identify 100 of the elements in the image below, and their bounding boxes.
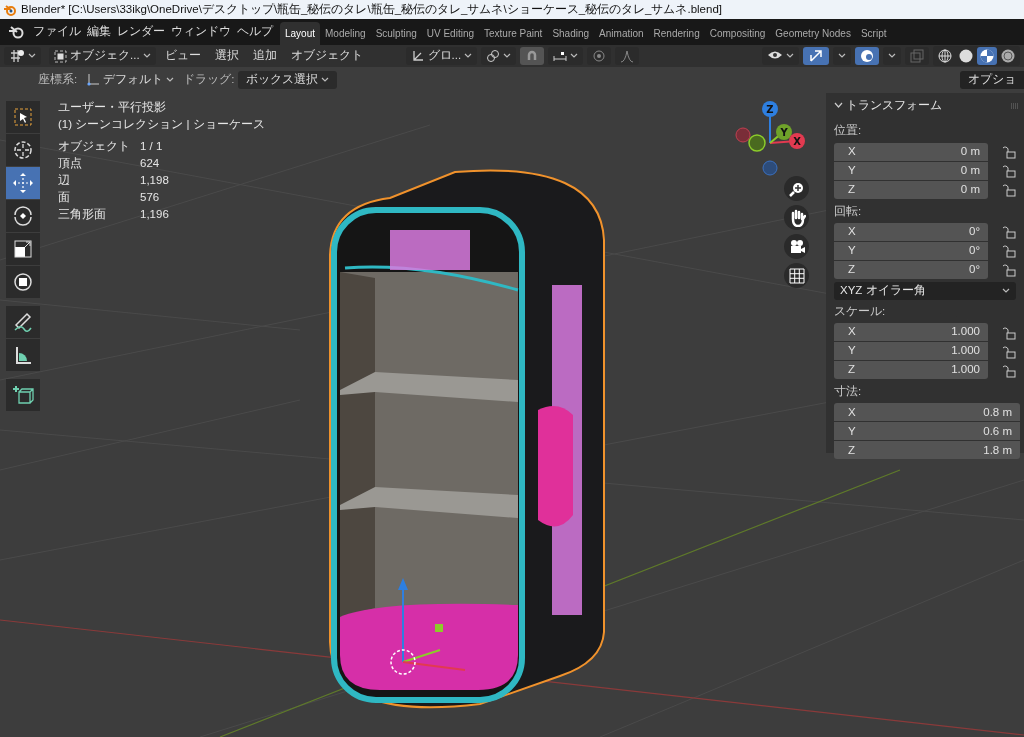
menu-item[interactable]: ヘルプ bbox=[234, 23, 276, 41]
snap-target-dropdown[interactable] bbox=[548, 47, 584, 65]
workspace-tab[interactable]: Animation bbox=[594, 22, 649, 45]
lock-icon[interactable] bbox=[1002, 183, 1016, 197]
orientation-label: 座標系: bbox=[38, 72, 78, 88]
lock-icon[interactable] bbox=[1002, 225, 1016, 240]
lock-icon[interactable] bbox=[1002, 325, 1016, 340]
lock-icon[interactable] bbox=[1002, 164, 1016, 178]
header-menu[interactable]: 選択 bbox=[209, 47, 244, 65]
grid-cursor-icon bbox=[9, 49, 25, 63]
number-field[interactable]: X 1.000 bbox=[834, 323, 988, 341]
camera-button[interactable] bbox=[784, 234, 809, 259]
axis-label: Y bbox=[848, 423, 856, 439]
squares-icon bbox=[910, 49, 924, 63]
workspace-tab[interactable]: Shading bbox=[547, 22, 595, 45]
number-field[interactable]: Z 1.000 bbox=[834, 361, 988, 379]
target-icon bbox=[592, 49, 607, 63]
orientation-dropdown[interactable]: デフォルト bbox=[81, 71, 180, 89]
falloff-dropdown[interactable] bbox=[615, 47, 640, 65]
tool-button[interactable] bbox=[6, 134, 40, 166]
number-field[interactable]: Y 0.6 m bbox=[834, 422, 1020, 441]
lock-icon[interactable] bbox=[1002, 145, 1016, 159]
tool-button[interactable] bbox=[6, 233, 40, 265]
overlay-toggle[interactable] bbox=[855, 47, 879, 65]
snap-increment-icon bbox=[553, 51, 568, 61]
menu-item[interactable]: レンダー bbox=[114, 23, 168, 41]
stat-label: オブジェクト bbox=[58, 139, 130, 154]
lock-icon[interactable] bbox=[1002, 363, 1016, 378]
add-cube-icon bbox=[12, 384, 34, 406]
tool-button[interactable] bbox=[6, 266, 40, 298]
axis-label: Z bbox=[848, 442, 856, 458]
snap-toggle[interactable] bbox=[520, 47, 545, 65]
header-menu[interactable]: ビュー bbox=[159, 47, 206, 65]
number-field[interactable]: X 0.8 m bbox=[834, 403, 1020, 422]
workspace-tab[interactable]: Compositing bbox=[704, 22, 771, 45]
drag-handle-icon[interactable] bbox=[1010, 102, 1020, 109]
material-sphere-icon bbox=[979, 48, 995, 64]
drag-dropdown[interactable]: ボックス選択 bbox=[238, 71, 338, 89]
field-value: 0° bbox=[969, 243, 980, 259]
gizmo-dropdown[interactable] bbox=[833, 47, 851, 65]
editor-type-dropdown[interactable] bbox=[4, 47, 41, 65]
caret-icon bbox=[786, 53, 794, 59]
tool-button[interactable] bbox=[6, 200, 40, 232]
menu-item[interactable]: 編集 bbox=[84, 23, 114, 41]
header-menu[interactable]: 追加 bbox=[247, 47, 282, 65]
hand-button[interactable] bbox=[784, 205, 809, 230]
workspace-tab[interactable]: UV Editing bbox=[421, 22, 479, 45]
blender-logo-icon bbox=[3, 2, 17, 17]
number-field[interactable]: X 0 m bbox=[834, 142, 988, 161]
lock-icon[interactable] bbox=[1002, 344, 1016, 359]
lock-icon[interactable] bbox=[1002, 263, 1016, 278]
menu-item[interactable]: ファイル bbox=[30, 23, 84, 41]
number-field[interactable]: Y 0° bbox=[834, 241, 988, 260]
tool-button[interactable] bbox=[6, 339, 40, 371]
proportional-edit-toggle[interactable] bbox=[587, 47, 612, 65]
blender-logo-icon[interactable] bbox=[8, 25, 24, 39]
grid-button[interactable] bbox=[784, 263, 809, 288]
field-value: 0° bbox=[969, 262, 980, 278]
workspace-tab[interactable]: Script bbox=[855, 22, 892, 45]
grid-icon bbox=[787, 266, 806, 285]
workspace-tab[interactable]: Geometry Nodes bbox=[770, 22, 856, 45]
axis-label: X bbox=[848, 143, 856, 159]
gizmo-toggle[interactable] bbox=[803, 47, 829, 65]
number-field[interactable]: X 0° bbox=[834, 222, 988, 241]
select-box-icon bbox=[54, 49, 67, 63]
axis-gizmo-drawing[interactable]: Z Y X bbox=[735, 101, 805, 176]
orientation-dropdown[interactable]: グロ... bbox=[405, 47, 478, 65]
panel-header[interactable]: トランスフォーム bbox=[834, 97, 943, 115]
workspace-tab[interactable]: Texture Paint bbox=[479, 22, 548, 45]
number-field[interactable]: Y 0 m bbox=[834, 161, 988, 180]
options-dropdown[interactable]: オプショ bbox=[960, 71, 1024, 89]
lock-icon[interactable] bbox=[1002, 244, 1016, 259]
zoom-button[interactable] bbox=[784, 176, 809, 201]
workspace-tab[interactable]: Modeling bbox=[320, 22, 371, 45]
number-field[interactable]: Y 1.000 bbox=[834, 342, 988, 360]
menu-item[interactable]: ウィンドウ bbox=[168, 23, 234, 41]
move-icon bbox=[12, 172, 34, 194]
pivot-dropdown[interactable] bbox=[481, 47, 517, 65]
stat-value: 624 bbox=[140, 156, 161, 171]
number-field[interactable]: Z 0° bbox=[834, 260, 988, 279]
shading-mode-button[interactable] bbox=[935, 47, 955, 65]
visibility-dropdown[interactable] bbox=[762, 47, 799, 65]
workspace-tab[interactable]: Sculpting bbox=[370, 22, 422, 45]
stat-value: 1 / 1 bbox=[140, 139, 164, 154]
header-menu[interactable]: オブジェクト bbox=[285, 47, 368, 65]
rotation-mode-dropdown[interactable]: XYZ オイラー角 bbox=[834, 281, 1016, 300]
shading-mode-button[interactable] bbox=[977, 47, 997, 65]
number-field[interactable]: Z 1.8 m bbox=[834, 441, 1020, 460]
mode-dropdown[interactable]: オブジェク... bbox=[49, 47, 156, 65]
xray-toggle[interactable] bbox=[905, 47, 929, 65]
section-label: 寸法: bbox=[834, 384, 863, 399]
stat-value: 1,196 bbox=[140, 207, 169, 222]
tool-button[interactable] bbox=[6, 306, 40, 338]
tool-button[interactable] bbox=[6, 101, 40, 133]
overlay-dropdown[interactable] bbox=[883, 47, 901, 65]
number-field[interactable]: Z 0 m bbox=[834, 180, 988, 199]
workspace-tab[interactable]: Rendering bbox=[648, 22, 705, 45]
tool-button[interactable] bbox=[6, 379, 40, 411]
section-label: 回転: bbox=[834, 203, 863, 219]
workspace-tab[interactable]: Layout bbox=[280, 22, 321, 45]
